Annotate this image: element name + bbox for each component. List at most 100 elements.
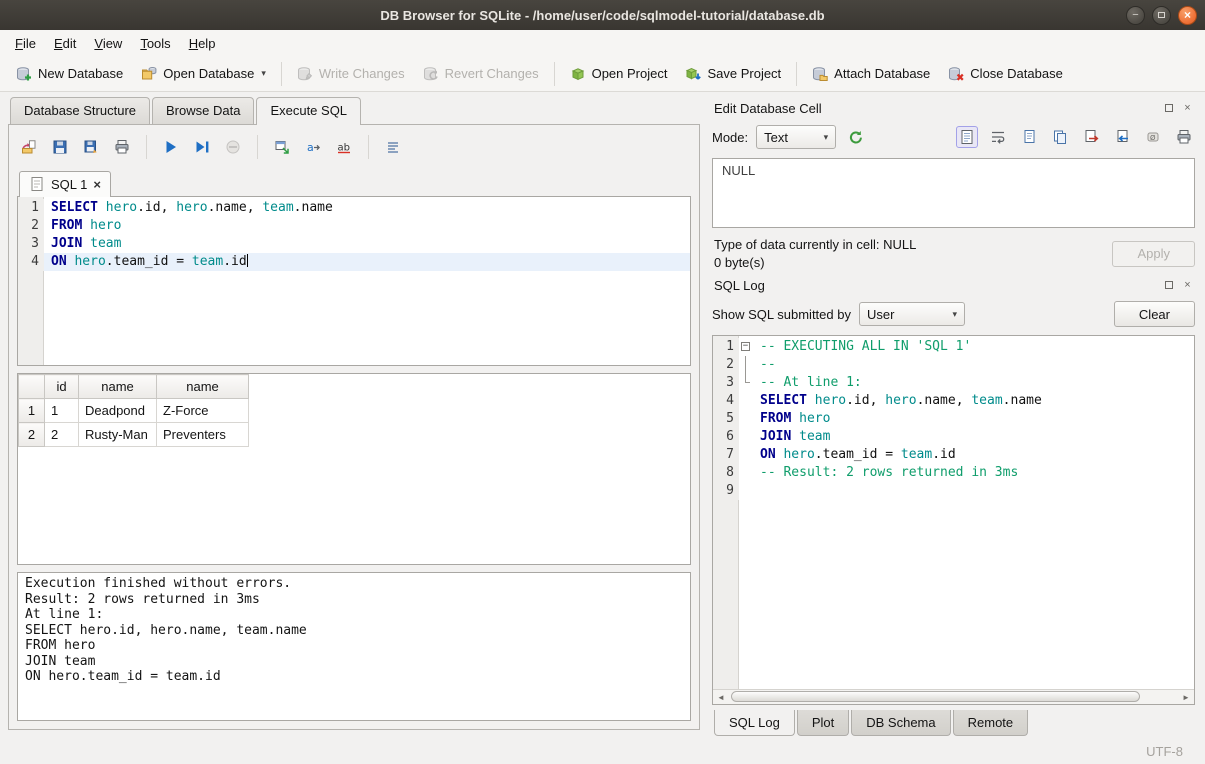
row-header[interactable]: 1 <box>19 399 45 423</box>
float-panel-button[interactable] <box>1161 278 1176 293</box>
cell[interactable]: Rusty-Man <box>79 423 157 447</box>
open-database-dropdown-icon[interactable]: ▾ <box>261 68 266 79</box>
log-filter-value: User <box>867 307 943 322</box>
sql-tab-close-icon[interactable]: × <box>93 177 101 192</box>
tab-database-structure[interactable]: Database Structure <box>10 97 150 124</box>
stop-button <box>221 135 245 159</box>
text-cursor <box>247 254 249 267</box>
open-sql-file-button[interactable] <box>17 135 41 159</box>
sql-editor[interactable]: 1SELECT hero.id, hero.name, team.name2FR… <box>17 196 691 366</box>
encoding-indicator[interactable]: UTF-8 <box>1146 744 1183 759</box>
code-text <box>753 482 1194 500</box>
code-line: 1SELECT hero.id, hero.name, team.name <box>18 199 690 217</box>
save-project-label: Save Project <box>707 66 781 81</box>
window-controls: − × <box>1121 6 1197 25</box>
sql-log-title: SQL Log <box>714 278 1157 293</box>
scrollbar-track[interactable] <box>729 690 1178 704</box>
fold-marker <box>739 446 753 464</box>
scroll-right-button[interactable]: ► <box>1178 690 1194 704</box>
execution-message: Execution finished without errors. Resul… <box>17 572 691 721</box>
print-sql-button[interactable] <box>110 135 134 159</box>
open-in-new-tab-icon <box>274 139 290 155</box>
close-window-button[interactable]: × <box>1178 6 1197 25</box>
code-line: 9 <box>713 482 1194 500</box>
mode-combobox[interactable]: Text ▾ <box>756 125 836 149</box>
cell[interactable]: Deadpond <box>79 399 157 423</box>
sql-tab[interactable]: SQL 1 × <box>19 171 111 197</box>
cell[interactable]: 2 <box>45 423 79 447</box>
svg-text:Ø: Ø <box>1150 134 1156 142</box>
revert-changes-button: Revert Changes <box>415 62 547 86</box>
maximize-button[interactable] <box>1152 6 1171 25</box>
set-null-icon: Ø <box>1145 129 1161 145</box>
grid-corner[interactable] <box>19 375 45 399</box>
open-cell-file-button[interactable] <box>1018 126 1040 148</box>
float-panel-button[interactable] <box>1161 101 1176 116</box>
sql-log-view[interactable]: 1−-- EXECUTING ALL IN 'SQL 1'2--3-- At l… <box>712 335 1195 705</box>
copy-cell-button[interactable] <box>1049 126 1071 148</box>
scroll-left-button[interactable]: ◄ <box>713 690 729 704</box>
row-header[interactable]: 2 <box>19 423 45 447</box>
execute-current-line-button[interactable] <box>190 135 214 159</box>
dock-tab-db-schema[interactable]: DB Schema <box>851 710 950 736</box>
cell-editor[interactable]: NULL <box>712 158 1195 228</box>
horizontal-scrollbar[interactable]: ◄ ► <box>713 689 1194 704</box>
set-null-button[interactable]: Ø <box>1142 126 1164 148</box>
save-project-button[interactable]: Save Project <box>677 62 789 86</box>
text-mode-button[interactable] <box>956 126 978 148</box>
import-cell-button[interactable] <box>1111 126 1133 148</box>
close-database-button[interactable]: Close Database <box>940 62 1071 86</box>
execute-all-button[interactable] <box>159 135 183 159</box>
cell[interactable]: Z-Force <box>157 399 249 423</box>
attach-database-button[interactable]: Attach Database <box>804 62 938 86</box>
new-database-button[interactable]: New Database <box>8 62 131 86</box>
minimize-button[interactable]: − <box>1126 6 1145 25</box>
attach-database-label: Attach Database <box>834 66 930 81</box>
print-icon <box>114 139 130 155</box>
menu-tools[interactable]: Tools <box>131 33 179 54</box>
menu-view[interactable]: View <box>85 33 131 54</box>
dock-tab-plot[interactable]: Plot <box>797 710 849 736</box>
fold-marker[interactable]: − <box>739 338 753 356</box>
text-mode-icon <box>959 129 975 145</box>
open-database-button[interactable]: Open Database ▾ <box>133 62 274 86</box>
open-project-button[interactable]: Open Project <box>562 62 676 86</box>
print-cell-button[interactable] <box>1173 126 1195 148</box>
open-in-new-tab-button[interactable] <box>270 135 294 159</box>
tab-browse-data[interactable]: Browse Data <box>152 97 254 124</box>
menu-help[interactable]: Help <box>180 33 225 54</box>
code-text: FROM hero <box>753 410 1194 428</box>
column-header[interactable]: id <box>45 375 79 399</box>
find-replace-button[interactable]: ab <box>332 135 356 159</box>
cell[interactable]: Preventers <box>157 423 249 447</box>
export-cell-button[interactable] <box>1080 126 1102 148</box>
save-sql-file-button[interactable] <box>48 135 72 159</box>
column-header[interactable]: name <box>79 375 157 399</box>
word-wrap-icon <box>990 129 1006 145</box>
format-sql-button[interactable] <box>381 135 405 159</box>
fold-marker <box>739 428 753 446</box>
close-panel-button[interactable]: × <box>1180 101 1195 116</box>
column-header[interactable]: name <box>157 375 249 399</box>
close-panel-button[interactable]: × <box>1180 278 1195 293</box>
menu-file[interactable]: File <box>6 33 45 54</box>
dock-tab-remote[interactable]: Remote <box>953 710 1029 736</box>
toolbar-separator <box>368 135 369 159</box>
scrollbar-thumb[interactable] <box>731 691 1140 702</box>
sql-log-header: SQL Log × <box>714 275 1195 295</box>
dock-tab-sql-log[interactable]: SQL Log <box>714 710 795 736</box>
cell[interactable]: 1 <box>45 399 79 423</box>
line-number: 3 <box>18 235 44 253</box>
clear-log-button[interactable]: Clear <box>1114 301 1195 327</box>
auto-apply-button[interactable] <box>844 126 866 148</box>
results-grid[interactable]: idnamename11DeadpondZ-Force22Rusty-ManPr… <box>17 373 691 565</box>
tab-execute-sql[interactable]: Execute SQL <box>256 97 361 125</box>
save-sql-as-button[interactable] <box>79 135 103 159</box>
log-filter-combobox[interactable]: User ▾ <box>859 302 965 326</box>
code-line: 5FROM hero <box>713 410 1194 428</box>
word-wrap-button[interactable] <box>987 126 1009 148</box>
menu-edit[interactable]: Edit <box>45 33 85 54</box>
autocomplete-button[interactable]: a <box>301 135 325 159</box>
import-icon <box>1114 129 1130 145</box>
maximize-icon <box>1158 12 1165 18</box>
